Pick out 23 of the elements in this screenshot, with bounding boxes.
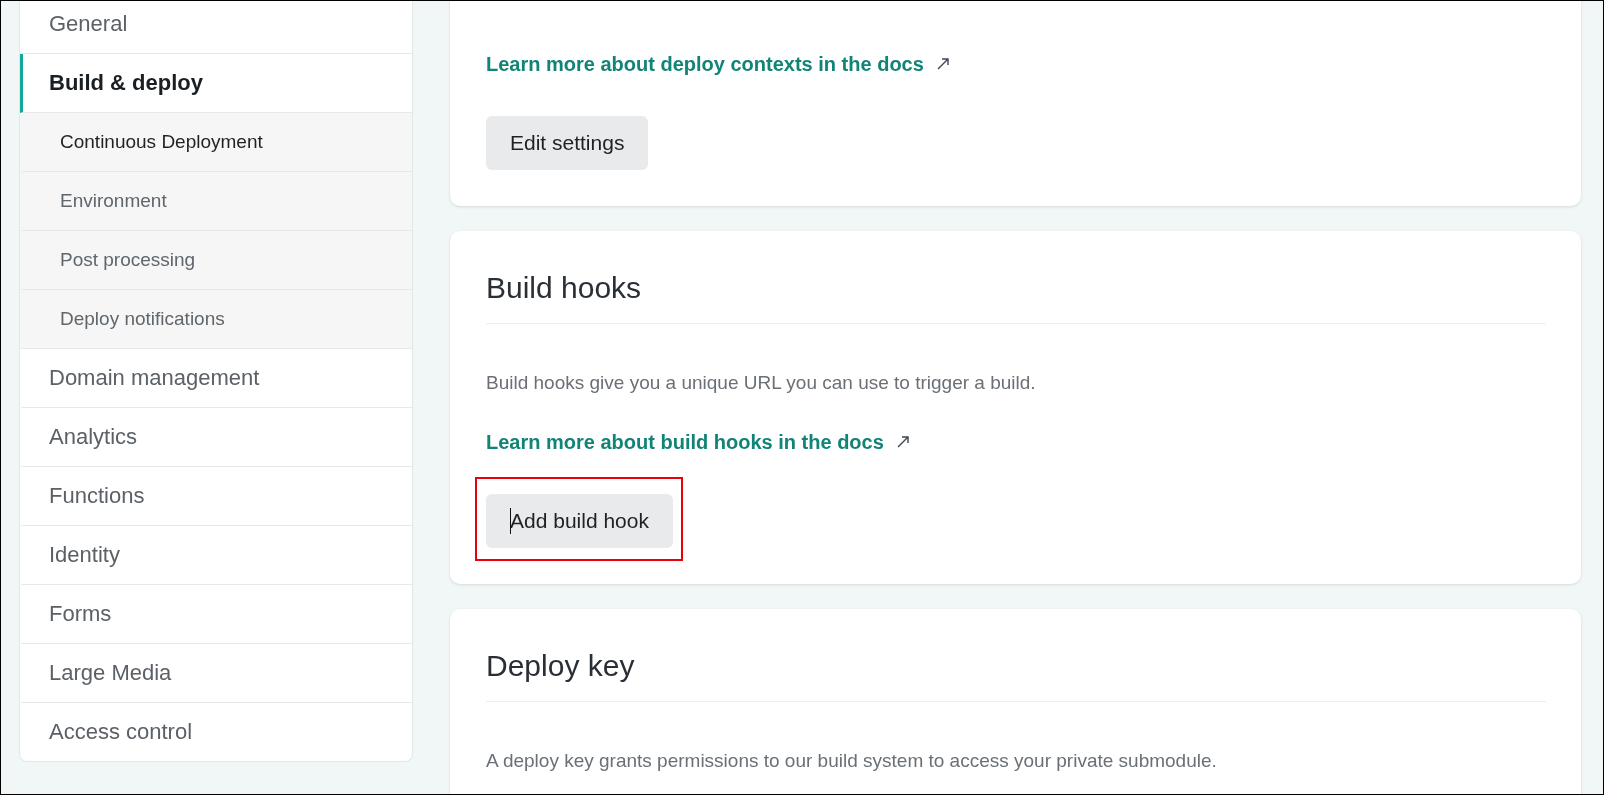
card-description: A deploy key grants permissions to our build system to access your private submodule. xyxy=(486,749,1218,773)
action-button[interactable]: Add build hook xyxy=(486,494,673,548)
external-link-icon xyxy=(895,435,910,449)
docs-link[interactable]: Learn more about deploy contexts in the docs xyxy=(486,50,924,78)
sidebar-item[interactable]: Identity xyxy=(20,526,412,585)
sidebar-item[interactable]: Continuous Deployment xyxy=(20,113,412,172)
card-description: Build hooks give you a unique URL you can use to trigger a build. xyxy=(486,371,1037,395)
sidebar-item[interactable]: General xyxy=(20,1,412,54)
external-link-icon xyxy=(935,57,950,71)
sidebar-item[interactable]: Domain management xyxy=(20,349,412,408)
text-cursor-icon xyxy=(510,508,511,534)
sidebar-item[interactable]: Functions xyxy=(20,467,412,526)
sidebar-item[interactable]: Analytics xyxy=(20,408,412,467)
sidebar-item[interactable]: Deploy notifications xyxy=(20,290,412,349)
sidebar-item[interactable]: Large Media xyxy=(20,644,412,703)
card-title: Build hooks xyxy=(486,268,1546,324)
card-title: Deploy key xyxy=(486,646,1546,702)
action-button[interactable]: Edit settings xyxy=(486,116,649,170)
sidebar-item[interactable]: Post processing xyxy=(20,231,412,290)
sidebar-item[interactable]: Access control xyxy=(20,703,412,761)
sidebar-item[interactable]: Environment xyxy=(20,172,412,231)
docs-link[interactable]: Learn more about build hooks in the docs xyxy=(486,428,884,456)
sidebar-item[interactable]: Forms xyxy=(20,585,412,644)
